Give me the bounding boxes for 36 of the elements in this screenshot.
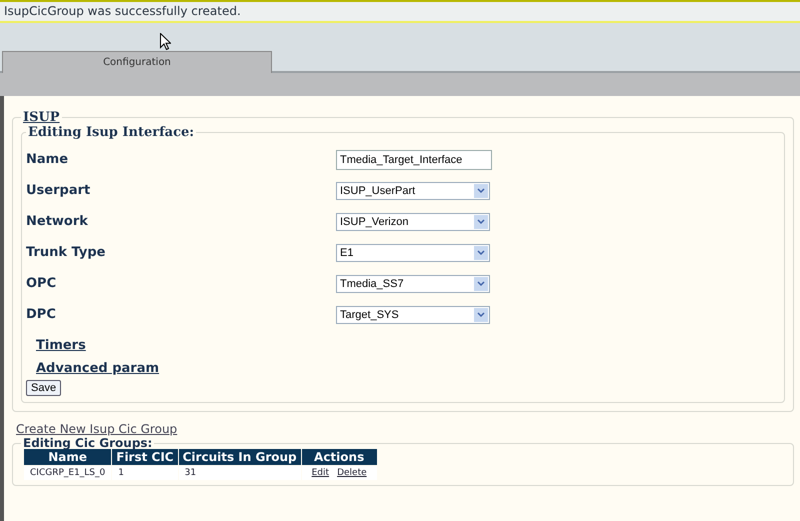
section-link[interactable]: Timers [36, 338, 86, 353]
caret-icon [474, 308, 488, 322]
caret-icon [474, 184, 488, 198]
caret-icon [474, 214, 488, 228]
create-link[interactable]: Create New Isup Cic Group [16, 422, 178, 436]
dropdown[interactable]: ISUP_Verizon [336, 212, 490, 230]
field-label: Userpart [26, 183, 92, 198]
save-button[interactable]: Save [26, 380, 62, 396]
fieldset-legend: Editing Isup Interface: [26, 125, 196, 140]
input-field[interactable]: Tmedia_Target_Interface [336, 150, 492, 170]
success-message: IsupCicGroup was successfully created. [0, 0, 800, 23]
section-link[interactable]: Advanced param [36, 361, 160, 376]
table-cell: 31 [178, 466, 301, 480]
tab[interactable]: Configuration [2, 51, 272, 73]
table-cell: 1 [112, 466, 178, 480]
field-label: DPC [26, 307, 57, 322]
dropdown[interactable]: E1 [336, 244, 490, 262]
field-label: OPC [26, 276, 58, 291]
caret-icon [474, 246, 488, 260]
table-cell: CICGRP_E1_LS_0 [24, 466, 112, 480]
action-link[interactable]: Delete [337, 468, 367, 478]
column-header: Actions [302, 449, 377, 465]
dropdown[interactable]: Tmedia_SS7 [336, 274, 490, 292]
action-link[interactable]: Edit [312, 468, 330, 478]
section-title[interactable]: ISUP [21, 110, 62, 125]
column-header: First CIC [112, 449, 178, 465]
dropdown[interactable]: ISUP_UserPart [336, 182, 490, 200]
caret-icon [474, 276, 488, 290]
field-label: Network [26, 214, 89, 229]
column-header: Circuits In Group [178, 449, 301, 465]
pointer-cursor-icon [160, 33, 171, 50]
column-header: Name [24, 449, 112, 465]
field-label: Name [26, 152, 70, 167]
dropdown[interactable]: Target_SYS [336, 306, 490, 324]
fieldset-legend: Editing Cic Groups: [21, 436, 154, 450]
field-label: Trunk Type [26, 245, 106, 260]
